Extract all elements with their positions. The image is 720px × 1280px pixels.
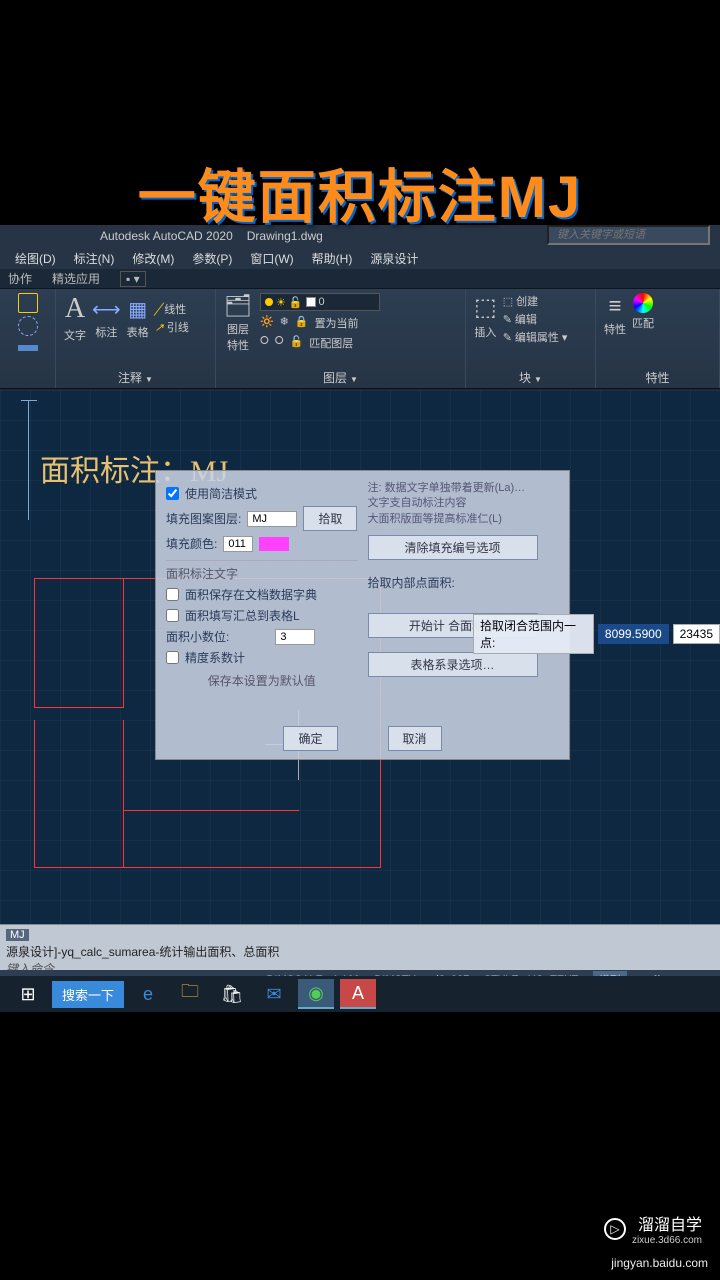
layer-freeze-icon[interactable]: ❄ — [280, 315, 289, 331]
tab-collab[interactable]: 协作 — [8, 270, 32, 287]
ribbon: A文字 ⟷标注 ▦表格 ╱线性 ↗引线 注释▼ 🗂图层 特性 ☀ 🔓 — [0, 289, 720, 389]
circle-icon[interactable] — [18, 316, 38, 336]
lbl-pick-area: 拾取内部点面积: — [368, 574, 455, 591]
color-swatch[interactable] — [259, 537, 289, 551]
ok-button[interactable]: 确定 — [283, 726, 337, 751]
menu-param[interactable]: 参数(P) — [192, 250, 232, 267]
taskbar-search[interactable]: 搜索一下 — [52, 981, 124, 1008]
clear-hatch-button[interactable]: 清除填充编号选项 — [368, 535, 538, 560]
watermark-logo: ▷ 溜溜自学 zixue.3d66.com — [596, 1207, 710, 1250]
lbl-precision: 精度系数计 — [185, 649, 245, 666]
ribbon-annot-label: 注释▼ — [64, 367, 207, 388]
lbl-to-table: 面积填写汇总到表格L — [185, 607, 300, 624]
linear-button[interactable]: ╱线性 — [155, 301, 189, 317]
start-button[interactable]: ⊞ — [10, 979, 46, 1009]
menu-help[interactable]: 帮助(H) — [312, 250, 353, 267]
ribbon-block-label: 块▼ — [474, 367, 587, 388]
layer-props-button[interactable]: 🗂图层 特性 — [224, 293, 252, 353]
ribbon-prop-label: 特性 — [604, 367, 711, 388]
command-line[interactable]: MJ 源泉设计]-yq_calc_sumarea-统计输出面积、总面积 键入命令 — [0, 924, 720, 970]
lbl-hatch-layer: 填充图案图层: — [166, 510, 241, 527]
menu-yuanquan[interactable]: 源泉设计 — [370, 250, 418, 267]
note-3: 大面积版面等提高标准仁(L) — [368, 512, 560, 527]
layer-combo[interactable]: ☀ 🔓 0 — [260, 293, 380, 311]
ribbon-layer-label: 图层▼ — [224, 367, 457, 388]
cmd-alias-badge: MJ — [6, 929, 29, 941]
line-icon[interactable] — [18, 293, 38, 313]
autocad-taskbar-icon[interactable]: A — [340, 979, 376, 1009]
layer-match-button[interactable]: 匹配图层 — [309, 335, 353, 351]
polyline-rect-3[interactable] — [34, 720, 124, 868]
polyline-seg[interactable] — [124, 810, 299, 811]
play-icon: ▷ — [604, 1218, 626, 1240]
cmd-history-line: 源泉设计]-yq_calc_sumarea-统计输出面积、总面积 — [6, 945, 279, 959]
edit-attr-button[interactable]: ✎ 编辑属性 ▾ — [503, 329, 568, 345]
tab-apps[interactable]: 精选应用 — [52, 270, 100, 287]
layer-lock-icon[interactable]: 🔒 — [295, 315, 309, 331]
group-area-text: 面积标注文字 — [166, 560, 358, 582]
layer-off-icon[interactable]: ⭘ — [260, 335, 269, 351]
tab-toggle[interactable]: ▪ ▾ — [120, 271, 146, 287]
edit-block-button[interactable]: ✎ 编辑 — [503, 311, 568, 327]
dim-button[interactable]: ⟷标注 — [92, 297, 121, 340]
table-options-button[interactable]: 表格系录选项… — [368, 652, 538, 677]
chk-to-table[interactable] — [166, 609, 179, 622]
menu-draw[interactable]: 绘图(D) — [15, 250, 56, 267]
cancel-button[interactable]: 取消 — [388, 726, 442, 751]
store-icon[interactable]: 🛍 — [214, 979, 250, 1009]
input-hatch-layer[interactable] — [247, 511, 297, 527]
lbl-decimals: 面积小数位: — [166, 628, 229, 645]
prompt-coord-y[interactable]: 23435 — [673, 624, 720, 644]
menubar: 绘图(D) 标注(N) 修改(M) 参数(P) 窗口(W) 帮助(H) 源泉设计 — [0, 247, 720, 269]
note-2: 文字支自动标注内容 — [368, 496, 560, 511]
leader-button[interactable]: ↗引线 — [155, 319, 189, 335]
dynamic-input-prompt: 拾取闭合范围内一点: 8099.5900 23435 — [473, 614, 720, 654]
lbl-save-default[interactable]: 保存本设置为默认值 — [166, 672, 358, 689]
lbl-save-dict: 面积保存在文档数据字典 — [185, 586, 317, 603]
input-hatch-color[interactable] — [223, 536, 253, 552]
prompt-coord-x[interactable]: 8099.5900 — [598, 624, 669, 644]
insert-button[interactable]: ⬚插入 — [474, 293, 497, 345]
chk-simple-mode[interactable] — [166, 487, 179, 500]
layer-iso-icon[interactable]: 🔆 — [260, 315, 274, 331]
layer-thaw-icon[interactable]: ⭘ — [275, 335, 284, 351]
props-button[interactable]: ≡特性 — [604, 293, 626, 337]
windows-taskbar: ⊞ 搜索一下 e 🗀 🛍 ✉ ◉ A — [0, 976, 720, 1012]
menu-modify[interactable]: 修改(M) — [132, 250, 174, 267]
table-button[interactable]: ▦表格 — [127, 297, 149, 340]
layer-setcurrent-button[interactable]: 置为当前 — [315, 315, 359, 331]
input-decimals[interactable] — [275, 629, 315, 645]
360-icon[interactable]: ◉ — [298, 979, 334, 1009]
mail-icon[interactable]: ✉ — [256, 979, 292, 1009]
edge-icon[interactable]: e — [130, 979, 166, 1009]
lbl-hatch-color: 填充颜色: — [166, 535, 217, 552]
ucs-icon — [28, 400, 40, 520]
pick-button[interactable]: 拾取 — [303, 506, 357, 531]
rect-icon[interactable] — [18, 345, 38, 351]
menu-dim[interactable]: 标注(N) — [74, 250, 115, 267]
text-button[interactable]: A文字 — [64, 293, 86, 343]
layer-unlock-icon[interactable]: 🔓 — [290, 335, 304, 351]
hero-overlay-title: 一键面积标注MJ — [0, 150, 720, 234]
create-block-button[interactable]: ⬚ 创建 — [503, 293, 568, 309]
menu-window[interactable]: 窗口(W) — [250, 250, 293, 267]
note-1: 注: 数据文字单独带着更新(La)… — [368, 481, 560, 496]
explorer-icon[interactable]: 🗀 — [172, 979, 208, 1009]
chk-precision[interactable] — [166, 651, 179, 664]
lbl-simple-mode: 使用简洁模式 — [185, 485, 257, 502]
chk-save-dict[interactable] — [166, 588, 179, 601]
polyline-rect-1[interactable] — [34, 578, 124, 708]
credit-text: jingyan.baidu.com — [611, 1256, 708, 1270]
prompt-label: 拾取闭合范围内一点: — [473, 614, 594, 654]
ribbon-tabbar: 协作 精选应用 ▪ ▾ — [0, 269, 720, 289]
match-props-button[interactable]: 匹配 — [632, 293, 654, 337]
